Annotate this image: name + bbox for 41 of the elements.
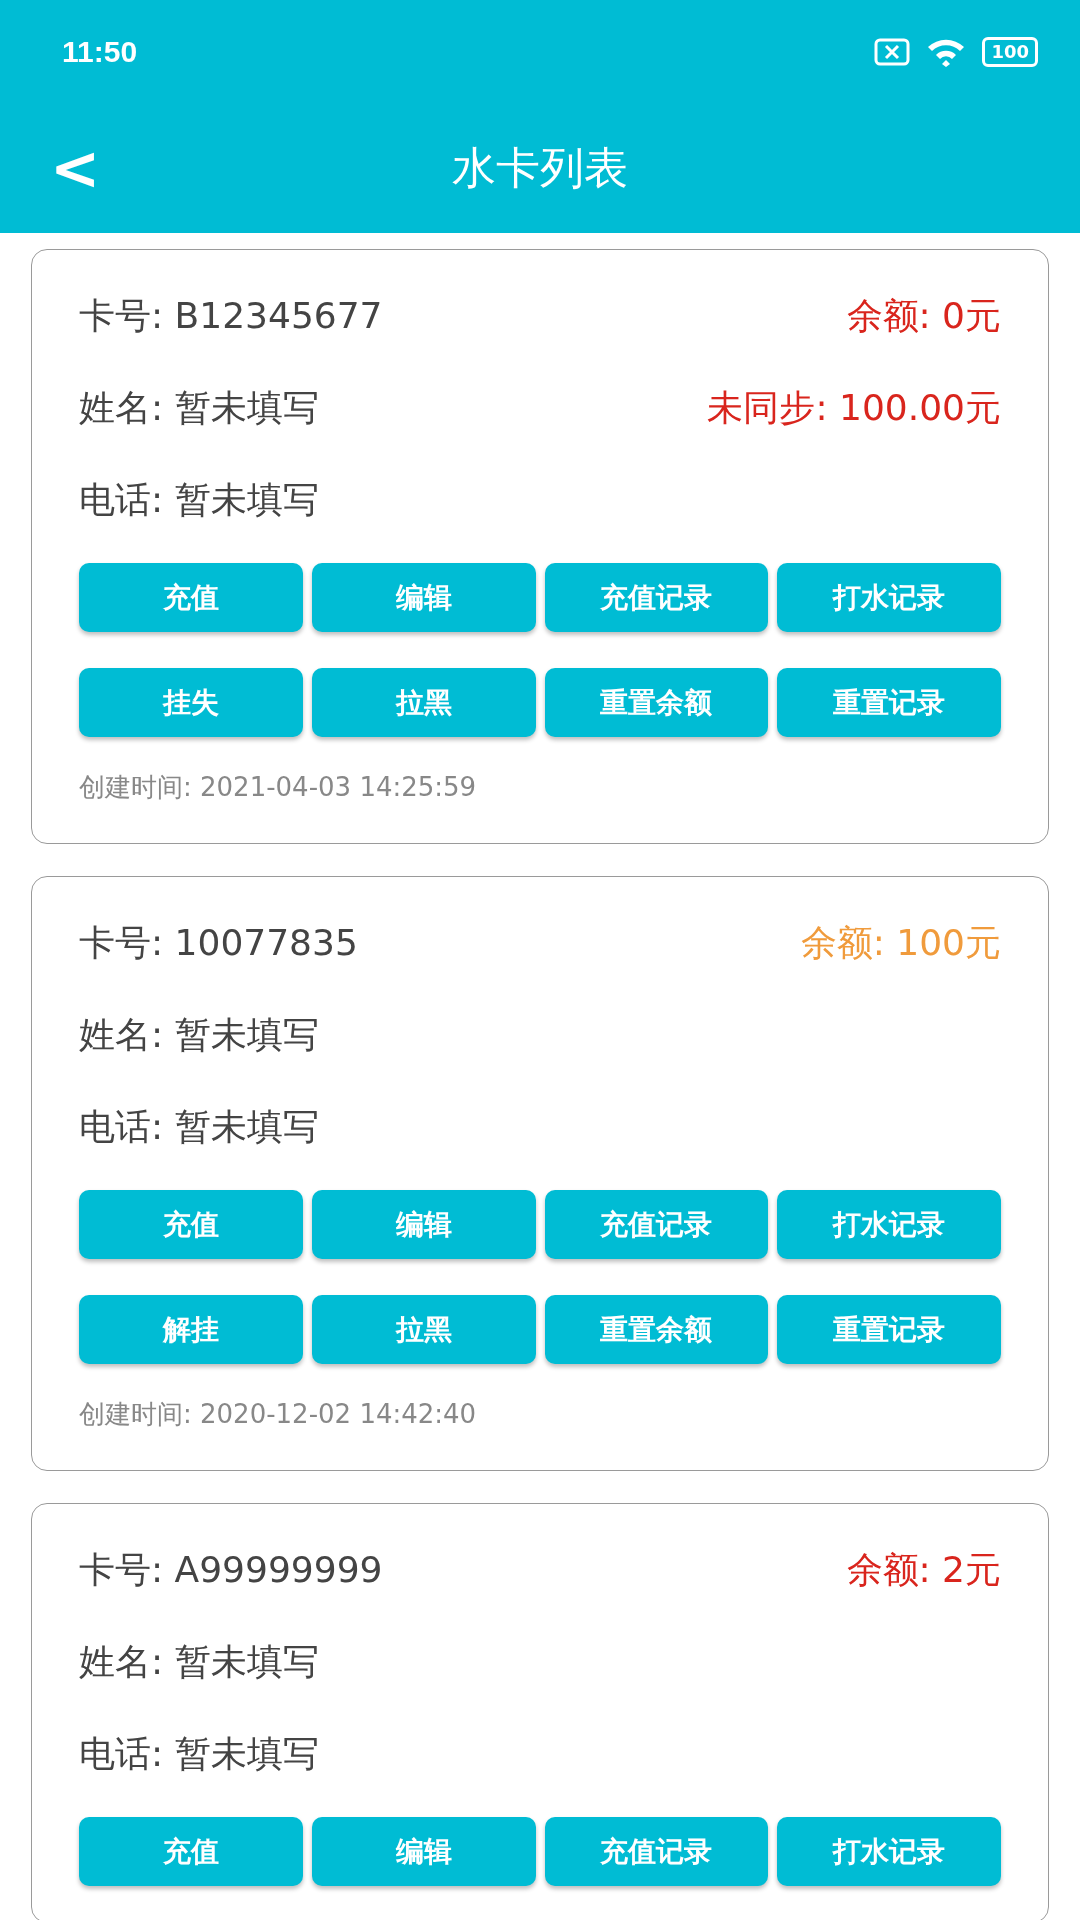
card-number: 卡号: A99999999	[79, 1547, 383, 1592]
action-button[interactable]: 重置余额	[544, 668, 769, 737]
status-time: 11:50	[62, 35, 138, 69]
action-button[interactable]: 编辑	[311, 1190, 536, 1259]
balance: 余额: 0元	[846, 293, 1001, 338]
action-button[interactable]: 重置余额	[544, 1295, 769, 1364]
wifi-icon	[926, 37, 967, 67]
page-title: 水卡列表	[452, 141, 628, 195]
action-button[interactable]: 拉黑	[311, 1295, 536, 1364]
created-time: 创建时间: 2020-12-02 14:42:40	[79, 1398, 478, 1431]
action-button[interactable]: 充值	[79, 1190, 303, 1259]
action-button[interactable]: 重置记录	[777, 668, 1001, 737]
balance: 余额: 2元	[846, 1547, 1001, 1592]
action-button[interactable]: 打水记录	[777, 1817, 1001, 1886]
action-button[interactable]: 解挂	[79, 1295, 303, 1364]
back-button[interactable]: <	[40, 136, 111, 200]
action-button[interactable]: 编辑	[311, 1817, 536, 1886]
action-button[interactable]: 挂失	[79, 668, 303, 737]
action-button[interactable]: 重置记录	[777, 1295, 1001, 1364]
action-button[interactable]: 打水记录	[777, 1190, 1001, 1259]
phone: 电话: 暂未填写	[79, 1731, 319, 1776]
battery-level: 100	[982, 37, 1038, 67]
card-number: 卡号: 10077835	[79, 920, 358, 965]
action-button[interactable]: 充值记录	[544, 563, 769, 632]
action-button[interactable]: 拉黑	[311, 668, 536, 737]
phone: 电话: 暂未填写	[79, 1104, 319, 1149]
unsynced-amount: 未同步: 100.00元	[707, 385, 1001, 430]
action-button[interactable]: 编辑	[311, 563, 536, 632]
holder-name: 姓名: 暂未填写	[79, 385, 319, 430]
action-button[interactable]: 充值记录	[544, 1817, 769, 1886]
action-button[interactable]: 打水记录	[777, 563, 1001, 632]
action-button[interactable]: 充值记录	[544, 1190, 769, 1259]
holder-name: 姓名: 暂未填写	[79, 1639, 319, 1684]
holder-name: 姓名: 暂未填写	[79, 1012, 319, 1057]
balance: 余额: 100元	[800, 920, 1001, 965]
created-time: 创建时间: 2021-04-03 14:25:59	[79, 771, 478, 804]
card-number: 卡号: B12345677	[79, 293, 383, 338]
phone: 电话: 暂未填写	[79, 477, 319, 522]
action-button[interactable]: 充值	[79, 563, 303, 632]
action-button[interactable]: 充值	[79, 1817, 303, 1886]
sim-off-icon	[874, 38, 911, 66]
